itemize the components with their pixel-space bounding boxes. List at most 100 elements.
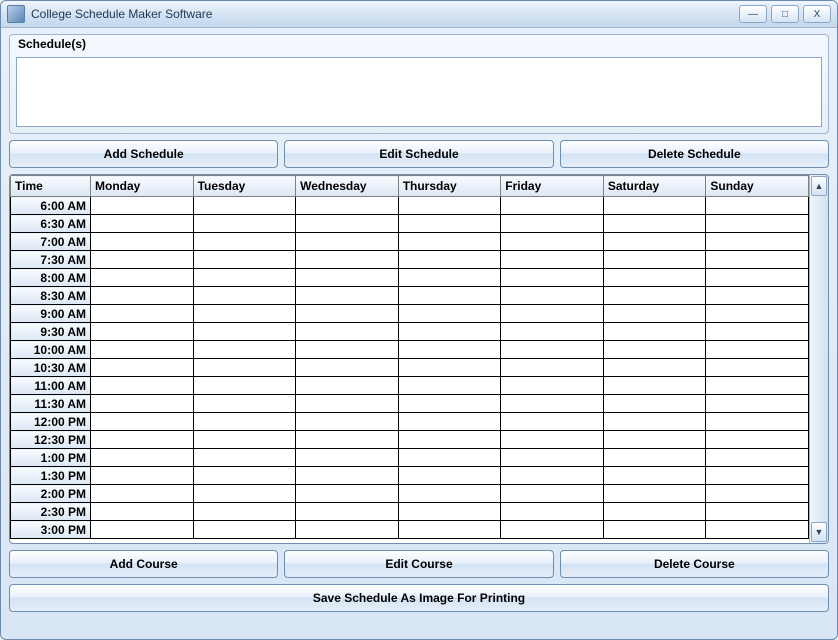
schedule-cell[interactable] bbox=[91, 197, 194, 215]
schedule-cell[interactable] bbox=[91, 449, 194, 467]
schedule-cell[interactable] bbox=[193, 287, 296, 305]
schedule-cell[interactable] bbox=[398, 359, 501, 377]
column-header[interactable]: Wednesday bbox=[296, 176, 399, 197]
schedule-cell[interactable] bbox=[603, 215, 706, 233]
schedule-cell[interactable] bbox=[398, 233, 501, 251]
column-header[interactable]: Thursday bbox=[398, 176, 501, 197]
schedule-cell[interactable] bbox=[91, 377, 194, 395]
schedule-cell[interactable] bbox=[603, 269, 706, 287]
column-header[interactable]: Sunday bbox=[706, 176, 809, 197]
schedule-cell[interactable] bbox=[706, 233, 809, 251]
schedule-cell[interactable] bbox=[193, 233, 296, 251]
schedule-cell[interactable] bbox=[603, 287, 706, 305]
column-header[interactable]: Saturday bbox=[603, 176, 706, 197]
schedule-cell[interactable] bbox=[603, 233, 706, 251]
schedule-cell[interactable] bbox=[91, 503, 194, 521]
schedule-cell[interactable] bbox=[603, 359, 706, 377]
schedule-cell[interactable] bbox=[296, 305, 399, 323]
schedule-cell[interactable] bbox=[706, 323, 809, 341]
schedule-cell[interactable] bbox=[91, 251, 194, 269]
edit-course-button[interactable]: Edit Course bbox=[284, 550, 553, 578]
schedule-cell[interactable] bbox=[501, 269, 604, 287]
schedule-cell[interactable] bbox=[91, 521, 194, 539]
schedule-cell[interactable] bbox=[501, 467, 604, 485]
schedule-cell[interactable] bbox=[706, 305, 809, 323]
schedule-cell[interactable] bbox=[193, 395, 296, 413]
schedule-cell[interactable] bbox=[603, 503, 706, 521]
schedule-cell[interactable] bbox=[398, 449, 501, 467]
schedule-cell[interactable] bbox=[398, 287, 501, 305]
schedule-cell[interactable] bbox=[501, 449, 604, 467]
schedule-cell[interactable] bbox=[501, 503, 604, 521]
schedule-cell[interactable] bbox=[91, 341, 194, 359]
schedule-cell[interactable] bbox=[296, 521, 399, 539]
schedule-cell[interactable] bbox=[501, 431, 604, 449]
schedule-cell[interactable] bbox=[501, 323, 604, 341]
schedule-cell[interactable] bbox=[296, 269, 399, 287]
schedule-cell[interactable] bbox=[91, 395, 194, 413]
schedule-cell[interactable] bbox=[193, 503, 296, 521]
schedule-cell[interactable] bbox=[706, 449, 809, 467]
schedule-cell[interactable] bbox=[706, 359, 809, 377]
schedule-cell[interactable] bbox=[501, 197, 604, 215]
schedule-cell[interactable] bbox=[91, 233, 194, 251]
schedule-cell[interactable] bbox=[398, 467, 501, 485]
schedule-cell[interactable] bbox=[398, 503, 501, 521]
schedule-cell[interactable] bbox=[706, 269, 809, 287]
edit-schedule-button[interactable]: Edit Schedule bbox=[284, 140, 553, 168]
schedule-cell[interactable] bbox=[603, 341, 706, 359]
schedule-cell[interactable] bbox=[398, 197, 501, 215]
schedule-cell[interactable] bbox=[706, 395, 809, 413]
close-button[interactable]: X bbox=[803, 5, 831, 23]
schedule-cell[interactable] bbox=[193, 359, 296, 377]
schedule-cell[interactable] bbox=[91, 287, 194, 305]
schedule-cell[interactable] bbox=[296, 485, 399, 503]
delete-course-button[interactable]: Delete Course bbox=[560, 550, 829, 578]
schedule-cell[interactable] bbox=[91, 305, 194, 323]
schedule-cell[interactable] bbox=[296, 449, 399, 467]
schedule-cell[interactable] bbox=[603, 413, 706, 431]
schedule-cell[interactable] bbox=[706, 467, 809, 485]
schedule-cell[interactable] bbox=[193, 449, 296, 467]
schedule-cell[interactable] bbox=[501, 485, 604, 503]
schedule-cell[interactable] bbox=[91, 413, 194, 431]
schedule-cell[interactable] bbox=[501, 251, 604, 269]
schedule-cell[interactable] bbox=[296, 287, 399, 305]
delete-schedule-button[interactable]: Delete Schedule bbox=[560, 140, 829, 168]
schedule-cell[interactable] bbox=[706, 431, 809, 449]
schedule-cell[interactable] bbox=[193, 197, 296, 215]
schedule-cell[interactable] bbox=[296, 377, 399, 395]
schedule-cell[interactable] bbox=[193, 413, 296, 431]
schedule-cell[interactable] bbox=[398, 251, 501, 269]
schedule-cell[interactable] bbox=[603, 323, 706, 341]
schedule-cell[interactable] bbox=[296, 431, 399, 449]
schedule-cell[interactable] bbox=[706, 251, 809, 269]
add-schedule-button[interactable]: Add Schedule bbox=[9, 140, 278, 168]
schedule-cell[interactable] bbox=[296, 413, 399, 431]
schedule-cell[interactable] bbox=[603, 431, 706, 449]
schedule-cell[interactable] bbox=[398, 305, 501, 323]
schedule-cell[interactable] bbox=[296, 197, 399, 215]
schedule-cell[interactable] bbox=[501, 521, 604, 539]
scroll-up-button[interactable]: ▲ bbox=[811, 176, 827, 196]
schedule-cell[interactable] bbox=[706, 503, 809, 521]
schedule-cell[interactable] bbox=[91, 269, 194, 287]
schedule-cell[interactable] bbox=[603, 377, 706, 395]
schedule-cell[interactable] bbox=[706, 215, 809, 233]
schedule-cell[interactable] bbox=[501, 215, 604, 233]
schedule-cell[interactable] bbox=[296, 341, 399, 359]
schedule-cell[interactable] bbox=[706, 485, 809, 503]
schedule-cell[interactable] bbox=[398, 377, 501, 395]
maximize-button[interactable]: □ bbox=[771, 5, 799, 23]
add-course-button[interactable]: Add Course bbox=[9, 550, 278, 578]
schedule-cell[interactable] bbox=[603, 521, 706, 539]
schedule-cell[interactable] bbox=[193, 323, 296, 341]
schedule-cell[interactable] bbox=[706, 341, 809, 359]
schedule-cell[interactable] bbox=[603, 485, 706, 503]
schedule-cell[interactable] bbox=[193, 269, 296, 287]
schedule-cell[interactable] bbox=[398, 395, 501, 413]
schedule-cell[interactable] bbox=[706, 287, 809, 305]
vertical-scrollbar[interactable]: ▲ ▼ bbox=[809, 175, 828, 543]
save-image-button[interactable]: Save Schedule As Image For Printing bbox=[9, 584, 829, 612]
schedule-cell[interactable] bbox=[193, 467, 296, 485]
